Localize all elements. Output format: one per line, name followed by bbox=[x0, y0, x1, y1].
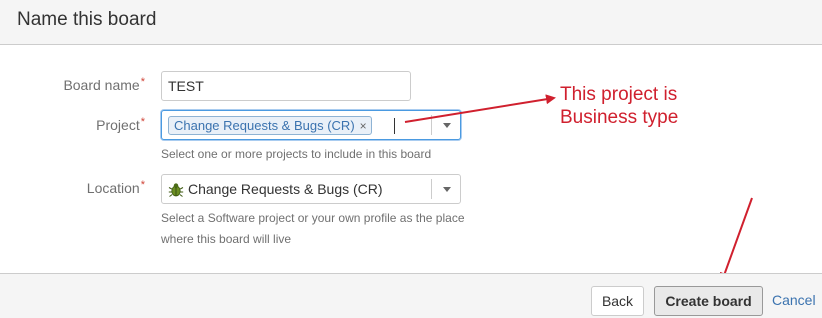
location-select[interactable]: Change Requests & Bugs (CR) bbox=[161, 174, 461, 204]
cancel-link[interactable]: Cancel bbox=[772, 292, 816, 308]
project-lozenge-label: Change Requests & Bugs (CR) bbox=[174, 118, 355, 133]
location-value: Change Requests & Bugs (CR) bbox=[188, 181, 383, 197]
back-button[interactable]: Back bbox=[591, 286, 644, 316]
location-help-line1: Select a Software project or your own pr… bbox=[161, 211, 465, 225]
project-label: Project* bbox=[5, 116, 145, 133]
dialog-header: Name this board bbox=[0, 0, 822, 45]
project-lozenge: Change Requests & Bugs (CR) × bbox=[168, 116, 372, 135]
create-board-button[interactable]: Create board bbox=[654, 286, 763, 316]
location-label-text: Location bbox=[86, 180, 140, 196]
remove-project-icon[interactable]: × bbox=[360, 119, 367, 133]
chevron-down-icon[interactable] bbox=[443, 123, 451, 128]
required-mark: * bbox=[140, 116, 145, 128]
location-label: Location* bbox=[5, 179, 145, 196]
text-cursor bbox=[394, 118, 395, 134]
annotation-arrow-create bbox=[720, 197, 753, 283]
location-help-line2: where this board will live bbox=[161, 232, 292, 246]
dialog-footer: Back Create board Cancel bbox=[0, 273, 822, 318]
required-mark: * bbox=[140, 179, 145, 191]
annotation-line2: Business type bbox=[560, 107, 679, 128]
dialog-title: Name this board bbox=[17, 9, 157, 30]
dropdown-divider bbox=[431, 179, 432, 199]
annotation-text: This project is Business type bbox=[560, 83, 678, 129]
bug-icon bbox=[168, 183, 184, 197]
project-help-text: Select one or more projects to include i… bbox=[161, 147, 432, 161]
chevron-down-icon[interactable] bbox=[443, 187, 451, 192]
annotation-line1: This project is bbox=[560, 84, 678, 105]
board-name-input[interactable] bbox=[161, 71, 411, 101]
project-label-text: Project bbox=[96, 117, 140, 133]
required-mark: * bbox=[140, 76, 145, 88]
board-name-label: Board name* bbox=[5, 76, 145, 93]
dropdown-divider bbox=[431, 115, 432, 135]
project-multiselect[interactable]: Change Requests & Bugs (CR) × bbox=[161, 110, 461, 140]
board-name-label-text: Board name bbox=[63, 77, 140, 93]
